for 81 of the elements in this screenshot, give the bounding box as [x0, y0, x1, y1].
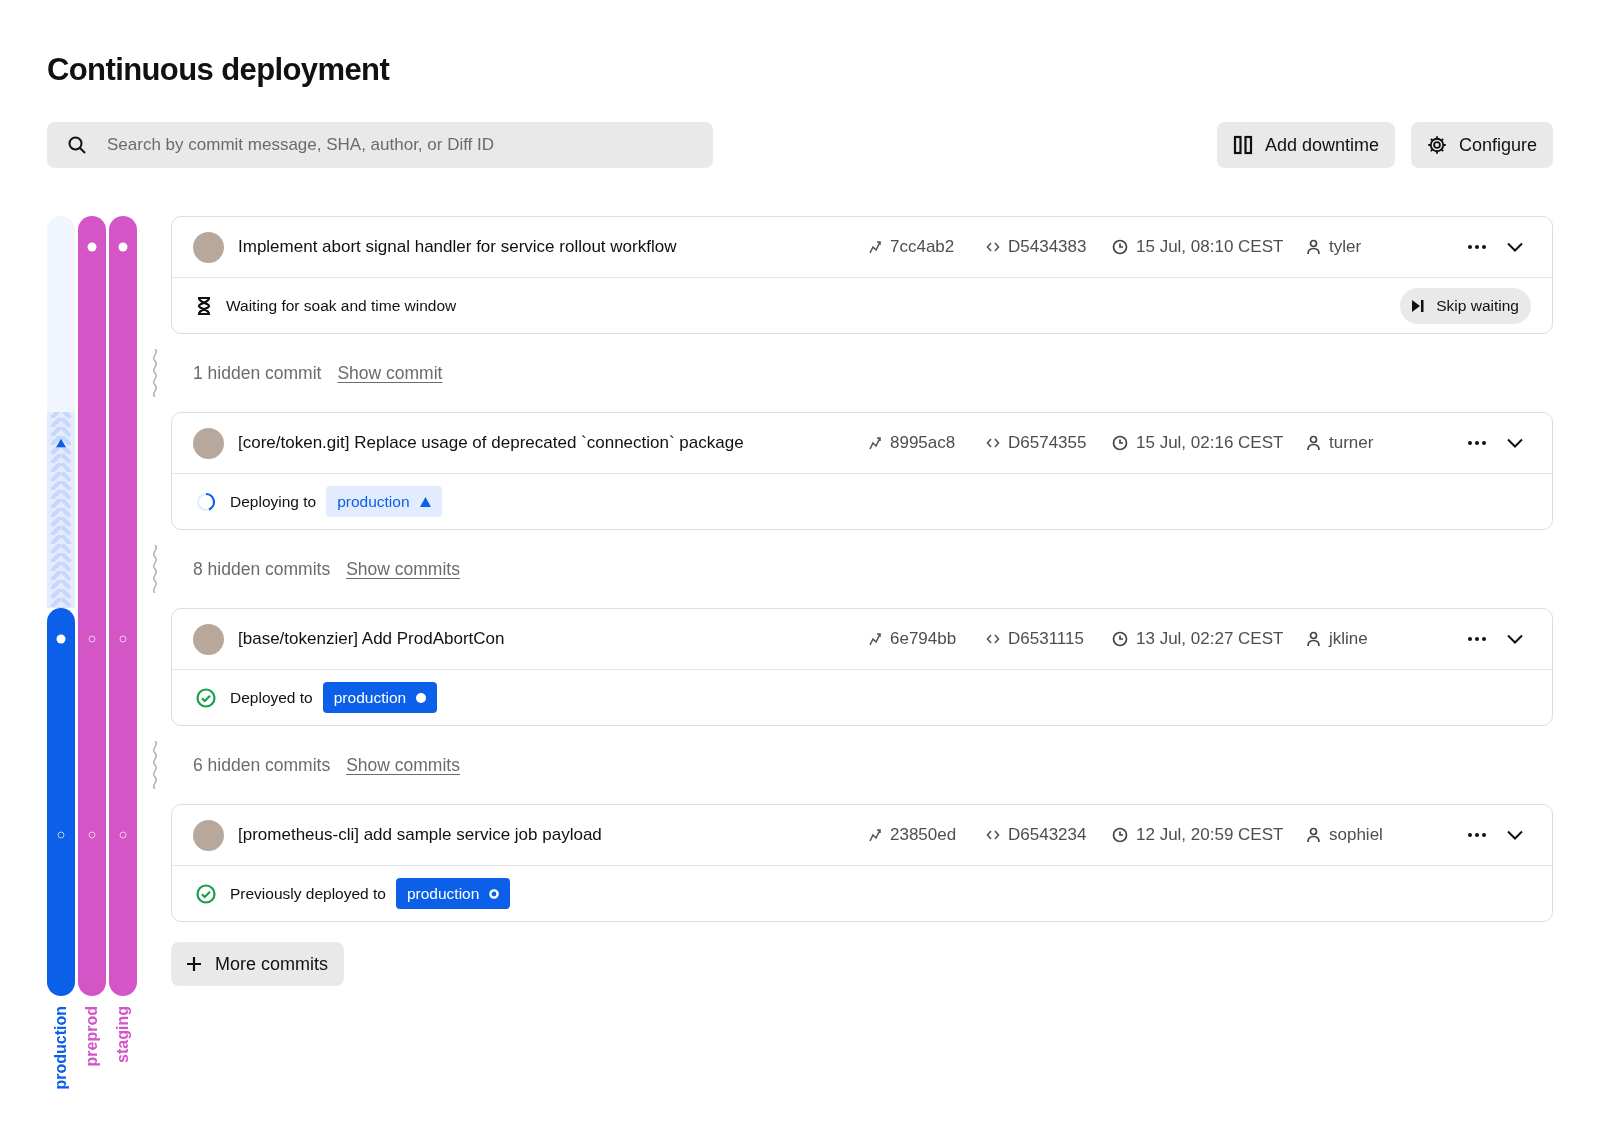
diff-id: D6543234: [1008, 825, 1087, 845]
show-commits-link[interactable]: Show commits: [346, 558, 460, 580]
ellipsis-icon: [1468, 441, 1486, 445]
columns-icon: [1232, 135, 1253, 155]
person-icon: [1306, 631, 1321, 647]
status-text: Deployed to: [230, 688, 313, 707]
configure-button[interactable]: Configure: [1410, 122, 1553, 168]
commit-message: [core/token.git] Replace usage of deprecated `connection` package: [238, 433, 744, 453]
lane-label: production: [52, 1006, 70, 1090]
status-text: Deploying to: [230, 492, 317, 511]
avatar: [193, 623, 224, 655]
commit-author: jkline: [1329, 629, 1368, 649]
lane-label: staging: [114, 1006, 132, 1063]
avatar: [193, 427, 224, 459]
hidden-commits-count: 8 hidden commits: [193, 558, 331, 580]
skip-icon: [1412, 299, 1425, 312]
check-circle-icon: [196, 687, 216, 708]
hourglass-icon: [196, 296, 212, 315]
commit-arrow-icon: [868, 436, 882, 450]
environment-badge: production: [326, 486, 442, 517]
search-field[interactable]: Search by commit message, SHA, author, or Diff ID: [47, 122, 713, 168]
add-downtime-button[interactable]: Add downtime: [1216, 122, 1395, 168]
diff-id: D5434383: [1008, 237, 1087, 257]
commit-sha: 23850ed: [890, 825, 957, 845]
commit-arrow-icon: [868, 828, 882, 842]
avatar: [193, 231, 224, 263]
code-icon: [986, 436, 1000, 450]
commit-time: 12 Jul, 20:59 CEST: [1136, 825, 1284, 845]
commit-message: [base/tokenzier] Add ProdAbortCon: [238, 629, 505, 649]
person-icon: [1306, 239, 1321, 255]
code-icon: [986, 240, 1000, 254]
check-circle-icon: [196, 883, 216, 904]
avatar: [193, 819, 224, 851]
commit-sha: 8995ac8: [890, 433, 956, 453]
commit-sha: 6e794bb: [890, 629, 957, 649]
code-icon: [986, 828, 1000, 842]
clock-icon: [1112, 239, 1128, 255]
commit-author: turner: [1329, 433, 1374, 453]
hidden-commits-count: 6 hidden commits: [193, 754, 331, 776]
wavy-line-icon: [150, 349, 160, 397]
chevron-down-icon: [1507, 830, 1523, 840]
settings-icon: [1426, 135, 1447, 155]
commit-time: 13 Jul, 02:27 CEST: [1136, 629, 1284, 649]
lane-label: preprod: [83, 1006, 101, 1067]
clock-icon: [1112, 435, 1128, 451]
diff-id: D6531115: [1008, 629, 1084, 649]
wavy-line-icon: [150, 741, 160, 789]
page-title: Continuous deployment: [47, 52, 391, 88]
commit-time: 15 Jul, 08:10 CEST: [1136, 237, 1284, 257]
ellipsis-icon: [1468, 833, 1486, 837]
commit-message: [prometheus-cli] add sample service job payload: [238, 825, 602, 845]
code-icon: [986, 632, 1000, 646]
status-text: Previously deployed to: [230, 884, 386, 903]
clock-icon: [1112, 631, 1128, 647]
chevron-down-icon: [1507, 242, 1523, 252]
commit-arrow-icon: [868, 240, 882, 254]
more-commits-button[interactable]: More commits: [171, 942, 344, 986]
ellipsis-icon: [1468, 637, 1486, 641]
spinner-icon: [196, 491, 216, 512]
environment-badge: production: [395, 878, 511, 909]
plus-icon: [187, 957, 201, 971]
hidden-commits-count: 1 hidden commit: [193, 362, 322, 384]
environment-badge: production: [322, 682, 438, 713]
commit-author: tyler: [1329, 237, 1362, 257]
chevron-down-icon: [1507, 634, 1523, 644]
commit-author: sophiel: [1329, 825, 1383, 845]
commit-arrow-icon: [868, 632, 882, 646]
show-commits-link[interactable]: Show commits: [346, 754, 460, 776]
ellipsis-icon: [1468, 245, 1486, 249]
show-commits-link[interactable]: Show commit: [337, 362, 443, 384]
commit-sha: 7cc4ab2: [890, 237, 955, 257]
status-text: Waiting for soak and time window: [226, 296, 457, 315]
commit-message: Implement abort signal handler for service rollout workflow: [238, 237, 677, 257]
diff-id: D6574355: [1008, 433, 1087, 453]
commit-time: 15 Jul, 02:16 CEST: [1136, 433, 1284, 453]
clock-icon: [1112, 827, 1128, 843]
skip-waiting-button[interactable]: Skip waiting: [1400, 287, 1531, 324]
person-icon: [1306, 435, 1321, 451]
chevron-down-icon: [1507, 438, 1523, 448]
person-icon: [1306, 827, 1321, 843]
wavy-line-icon: [150, 545, 160, 593]
